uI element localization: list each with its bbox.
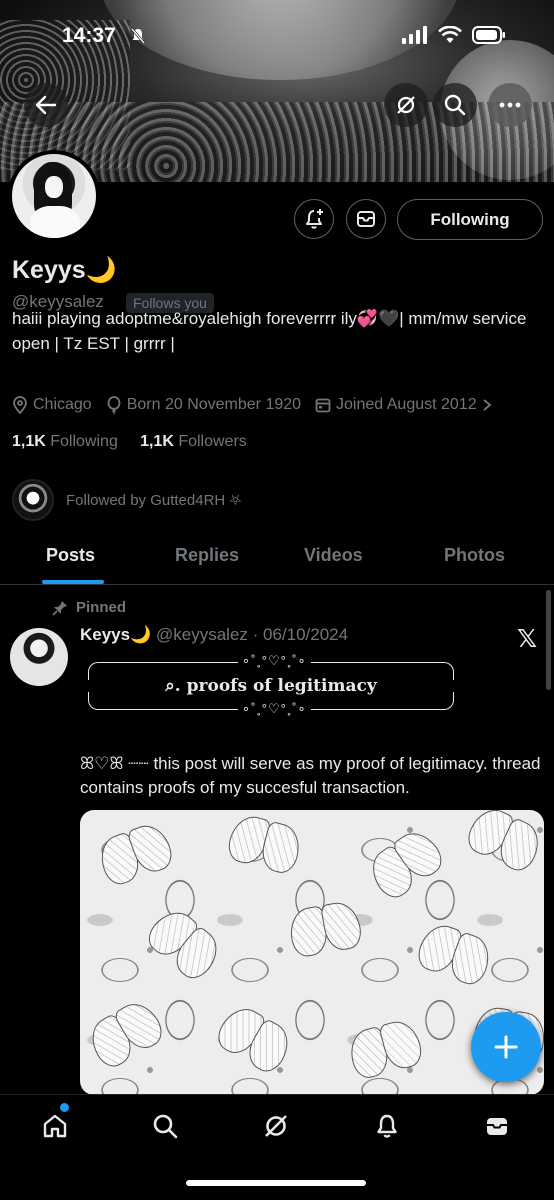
followed-by-row[interactable]: Followed by Gutted4RH ⛧	[12, 479, 241, 521]
tab-videos[interactable]: Videos	[304, 545, 363, 566]
butterfly-graphic	[414, 919, 496, 986]
wifi-icon	[438, 25, 462, 49]
ornament-bottom: ∘˚˳°♡°˳˚∘	[238, 701, 311, 717]
following-link[interactable]: 1,1K Following	[12, 433, 118, 450]
butterfly-graphic	[213, 1001, 297, 1076]
pinned-label: Pinned	[52, 599, 126, 616]
post-header: Keyys🌙 @keyysalez · 06/10/2024	[80, 625, 348, 645]
birthday-text: Born 20 November 1920	[126, 396, 302, 413]
message-button[interactable]	[346, 199, 386, 239]
status-bar: 14:37	[0, 22, 554, 52]
balloon-icon	[107, 396, 121, 414]
profile-bio: haiii playing adoptme&royalehigh forever…	[12, 306, 546, 366]
chevron-right-icon	[483, 399, 491, 411]
butterfly-graphic	[345, 1017, 425, 1080]
bio-text: haiii playing adoptme&royalehigh forever…	[12, 309, 527, 353]
followers-link[interactable]: 1,1K Followers	[140, 433, 247, 450]
joined-text: Joined August 2012	[336, 396, 477, 413]
butterfly-graphic	[225, 812, 305, 875]
location-pin-icon	[13, 396, 27, 414]
post-author-avatar[interactable]	[10, 628, 68, 686]
arrow-left-icon	[35, 95, 57, 115]
home-indicator	[186, 1180, 366, 1186]
follower-avatar	[12, 479, 54, 521]
butterfly-graphic	[464, 810, 544, 874]
more-button[interactable]	[488, 83, 532, 127]
nav-home[interactable]	[38, 1109, 72, 1143]
butterfly-graphic	[94, 819, 176, 886]
butterfly-graphic	[363, 824, 447, 902]
legitimacy-header-graphic: ∘˚˳°♡°˳˚∘ ∘˚˳°♡°˳˚∘ ⌕. proofs of legitim…	[88, 653, 454, 717]
joined-item[interactable]: Joined August 2012	[315, 396, 492, 414]
tab-replies[interactable]: Replies	[175, 545, 239, 566]
tab-photos[interactable]: Photos	[444, 545, 505, 566]
profile-tabs: Posts Replies Videos Photos	[0, 533, 554, 585]
notify-button[interactable]	[294, 199, 334, 239]
back-button[interactable]	[24, 83, 68, 127]
followers-label: Followers	[178, 433, 247, 450]
home-notification-dot	[60, 1103, 69, 1112]
pinned-text: Pinned	[76, 599, 127, 616]
avatar-face	[45, 176, 63, 198]
envelope-icon	[487, 1118, 507, 1135]
scrollbar[interactable]	[546, 590, 551, 690]
grok-button[interactable]	[384, 83, 428, 127]
following-label: Following	[50, 433, 118, 450]
following-button[interactable]: Following	[397, 199, 543, 240]
butterfly-graphic	[287, 899, 364, 956]
bell-icon	[377, 1114, 397, 1138]
bell-plus-icon	[306, 209, 323, 229]
status-time: 14:37	[62, 24, 116, 47]
pin-icon	[52, 600, 67, 616]
profile-meta: Chicago Born 20 November 1920 Joined Aug…	[12, 396, 492, 414]
nav-search[interactable]	[148, 1109, 182, 1143]
location-item: Chicago	[12, 396, 92, 414]
plus-icon	[494, 1035, 518, 1059]
x-logo-icon: 𝕏	[517, 624, 538, 653]
calendar-icon	[315, 398, 331, 413]
signal-icon	[402, 26, 428, 49]
post-author-name[interactable]: Keyys🌙	[80, 625, 151, 644]
ornament-top: ∘˚˳°♡°˳˚∘	[238, 653, 311, 669]
butterfly-graphic	[83, 996, 167, 1071]
tab-posts[interactable]: Posts	[46, 545, 95, 566]
nav-messages[interactable]	[480, 1109, 514, 1143]
birthday-item: Born 20 November 1920	[106, 396, 301, 414]
grok-icon	[265, 1115, 287, 1137]
followers-count: 1,1K	[140, 433, 174, 450]
envelope-icon	[357, 211, 375, 227]
following-count: 1,1K	[12, 433, 46, 450]
silent-bell-icon	[130, 28, 146, 49]
profile-avatar[interactable]	[8, 150, 100, 242]
butterfly-graphic	[143, 903, 226, 983]
search-icon	[444, 94, 466, 116]
post-handle-date: @keyysalez · 06/10/2024	[156, 625, 349, 644]
nav-notifications[interactable]	[370, 1109, 404, 1143]
search-icon	[153, 1114, 178, 1139]
compose-button[interactable]	[471, 1012, 541, 1082]
followed-by-text: Followed by Gutted4RH ⛧	[66, 491, 242, 509]
active-tab-indicator	[42, 580, 104, 584]
avatar-body	[30, 206, 80, 238]
grok-icon	[397, 96, 415, 114]
legitimacy-title: ⌕. proofs of legitimacy	[165, 676, 377, 696]
nav-grok[interactable]	[259, 1109, 293, 1143]
follow-counts: 1,1K Following 1,1K Followers	[12, 433, 247, 451]
search-button[interactable]	[433, 83, 477, 127]
location-text: Chicago	[33, 396, 92, 413]
post-text: ꕤ♡ꕤ ┈┈ this post will serve as my proof …	[80, 754, 541, 797]
battery-icon	[472, 26, 506, 49]
display-name: Keyys🌙	[12, 256, 117, 284]
home-icon	[43, 1114, 67, 1138]
more-dots-icon	[499, 102, 521, 108]
